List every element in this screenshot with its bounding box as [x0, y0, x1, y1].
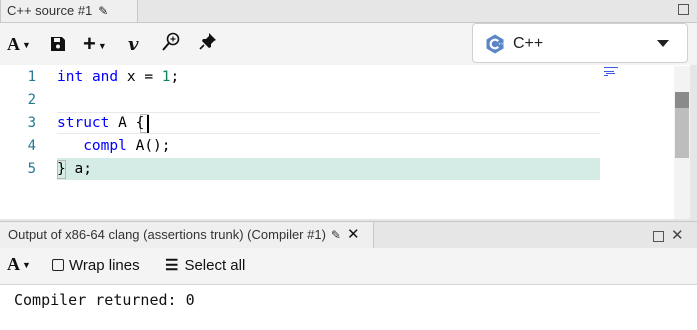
checkbox-icon[interactable] [52, 259, 64, 271]
caret-down-icon [657, 40, 669, 47]
pin-button[interactable] [199, 32, 217, 54]
output-tab[interactable]: Output of x86-64 clang (assertions trunk… [0, 222, 374, 248]
line-number: 3 [27, 115, 36, 131]
cpp-logo-icon: + + [486, 34, 504, 54]
line-number: 4 [27, 138, 36, 154]
wrap-lines-toggle[interactable]: Wrap lines [52, 257, 140, 275]
select-all-button[interactable]: ☰ Select all [165, 257, 245, 275]
compiler-output[interactable]: Compiler returned: 0 [0, 285, 697, 330]
font-icon: A [7, 254, 20, 274]
pin-icon [199, 33, 216, 50]
save-button[interactable] [50, 35, 66, 57]
close-icon[interactable]: ✕ [671, 226, 684, 244]
search-button[interactable] [161, 32, 181, 54]
code-token: x = [118, 69, 162, 85]
maximize-icon[interactable] [678, 4, 689, 15]
code-token: ; [170, 69, 180, 85]
code-token: } a; [57, 161, 92, 177]
list-icon: ☰ [165, 257, 179, 274]
wrap-lines-label: Wrap lines [69, 257, 140, 274]
search-icon [162, 32, 180, 51]
line-number: 5 [27, 161, 36, 177]
font-size-button[interactable]: A ▼ [7, 33, 31, 55]
code-token: int [57, 69, 84, 85]
line-number: 1 [27, 69, 36, 85]
output-tab-label: Output of x86-64 clang (assertions trunk… [8, 227, 326, 242]
line-number: 2 [27, 92, 36, 108]
line-highlight [57, 158, 600, 180]
source-tab-label: C++ source #1 [7, 3, 93, 18]
scrollbar-marker [675, 92, 689, 108]
source-tab[interactable]: C++ source #1 ✎ [0, 0, 138, 22]
code-token: 1 [161, 69, 171, 85]
code-line: int and x = 1; [57, 66, 179, 89]
font-icon: A [7, 34, 20, 54]
close-icon[interactable]: ✕ [347, 226, 360, 243]
output-toolbar: A ▼ Wrap lines ☰ Select all [0, 248, 697, 285]
save-icon [51, 37, 65, 51]
svg-text:+: + [501, 42, 504, 47]
output-text: Compiler returned: 0 [14, 291, 195, 309]
output-font-button[interactable]: A ▼ [7, 255, 31, 274]
add-icon: + [83, 31, 96, 56]
code-line: compl A(); [57, 135, 171, 158]
maximize-icon[interactable] [653, 231, 664, 242]
vim-icon: v [128, 34, 139, 55]
text-cursor [147, 115, 149, 133]
language-label: C++ [513, 35, 544, 52]
code-line: struct A { [57, 112, 144, 135]
caret-down-icon: ▼ [22, 260, 31, 271]
code-token: compl [83, 138, 127, 154]
add-button[interactable]: + ▼ [83, 33, 107, 55]
pencil-icon[interactable]: ✎ [331, 228, 341, 242]
code-token: A(); [126, 138, 171, 154]
caret-down-icon: ▼ [22, 40, 31, 51]
code-token: A { [109, 115, 145, 131]
vim-button[interactable]: v [128, 33, 138, 55]
minimap[interactable] [604, 66, 620, 78]
select-all-label: Select all [184, 257, 246, 274]
code-token: struct [57, 115, 110, 131]
code-token: and [91, 69, 119, 85]
code-line: } a; [57, 158, 92, 181]
caret-down-icon: ▼ [97, 41, 107, 52]
pencil-icon[interactable]: ✎ [98, 0, 108, 22]
language-select[interactable]: + + C++ [472, 23, 688, 63]
